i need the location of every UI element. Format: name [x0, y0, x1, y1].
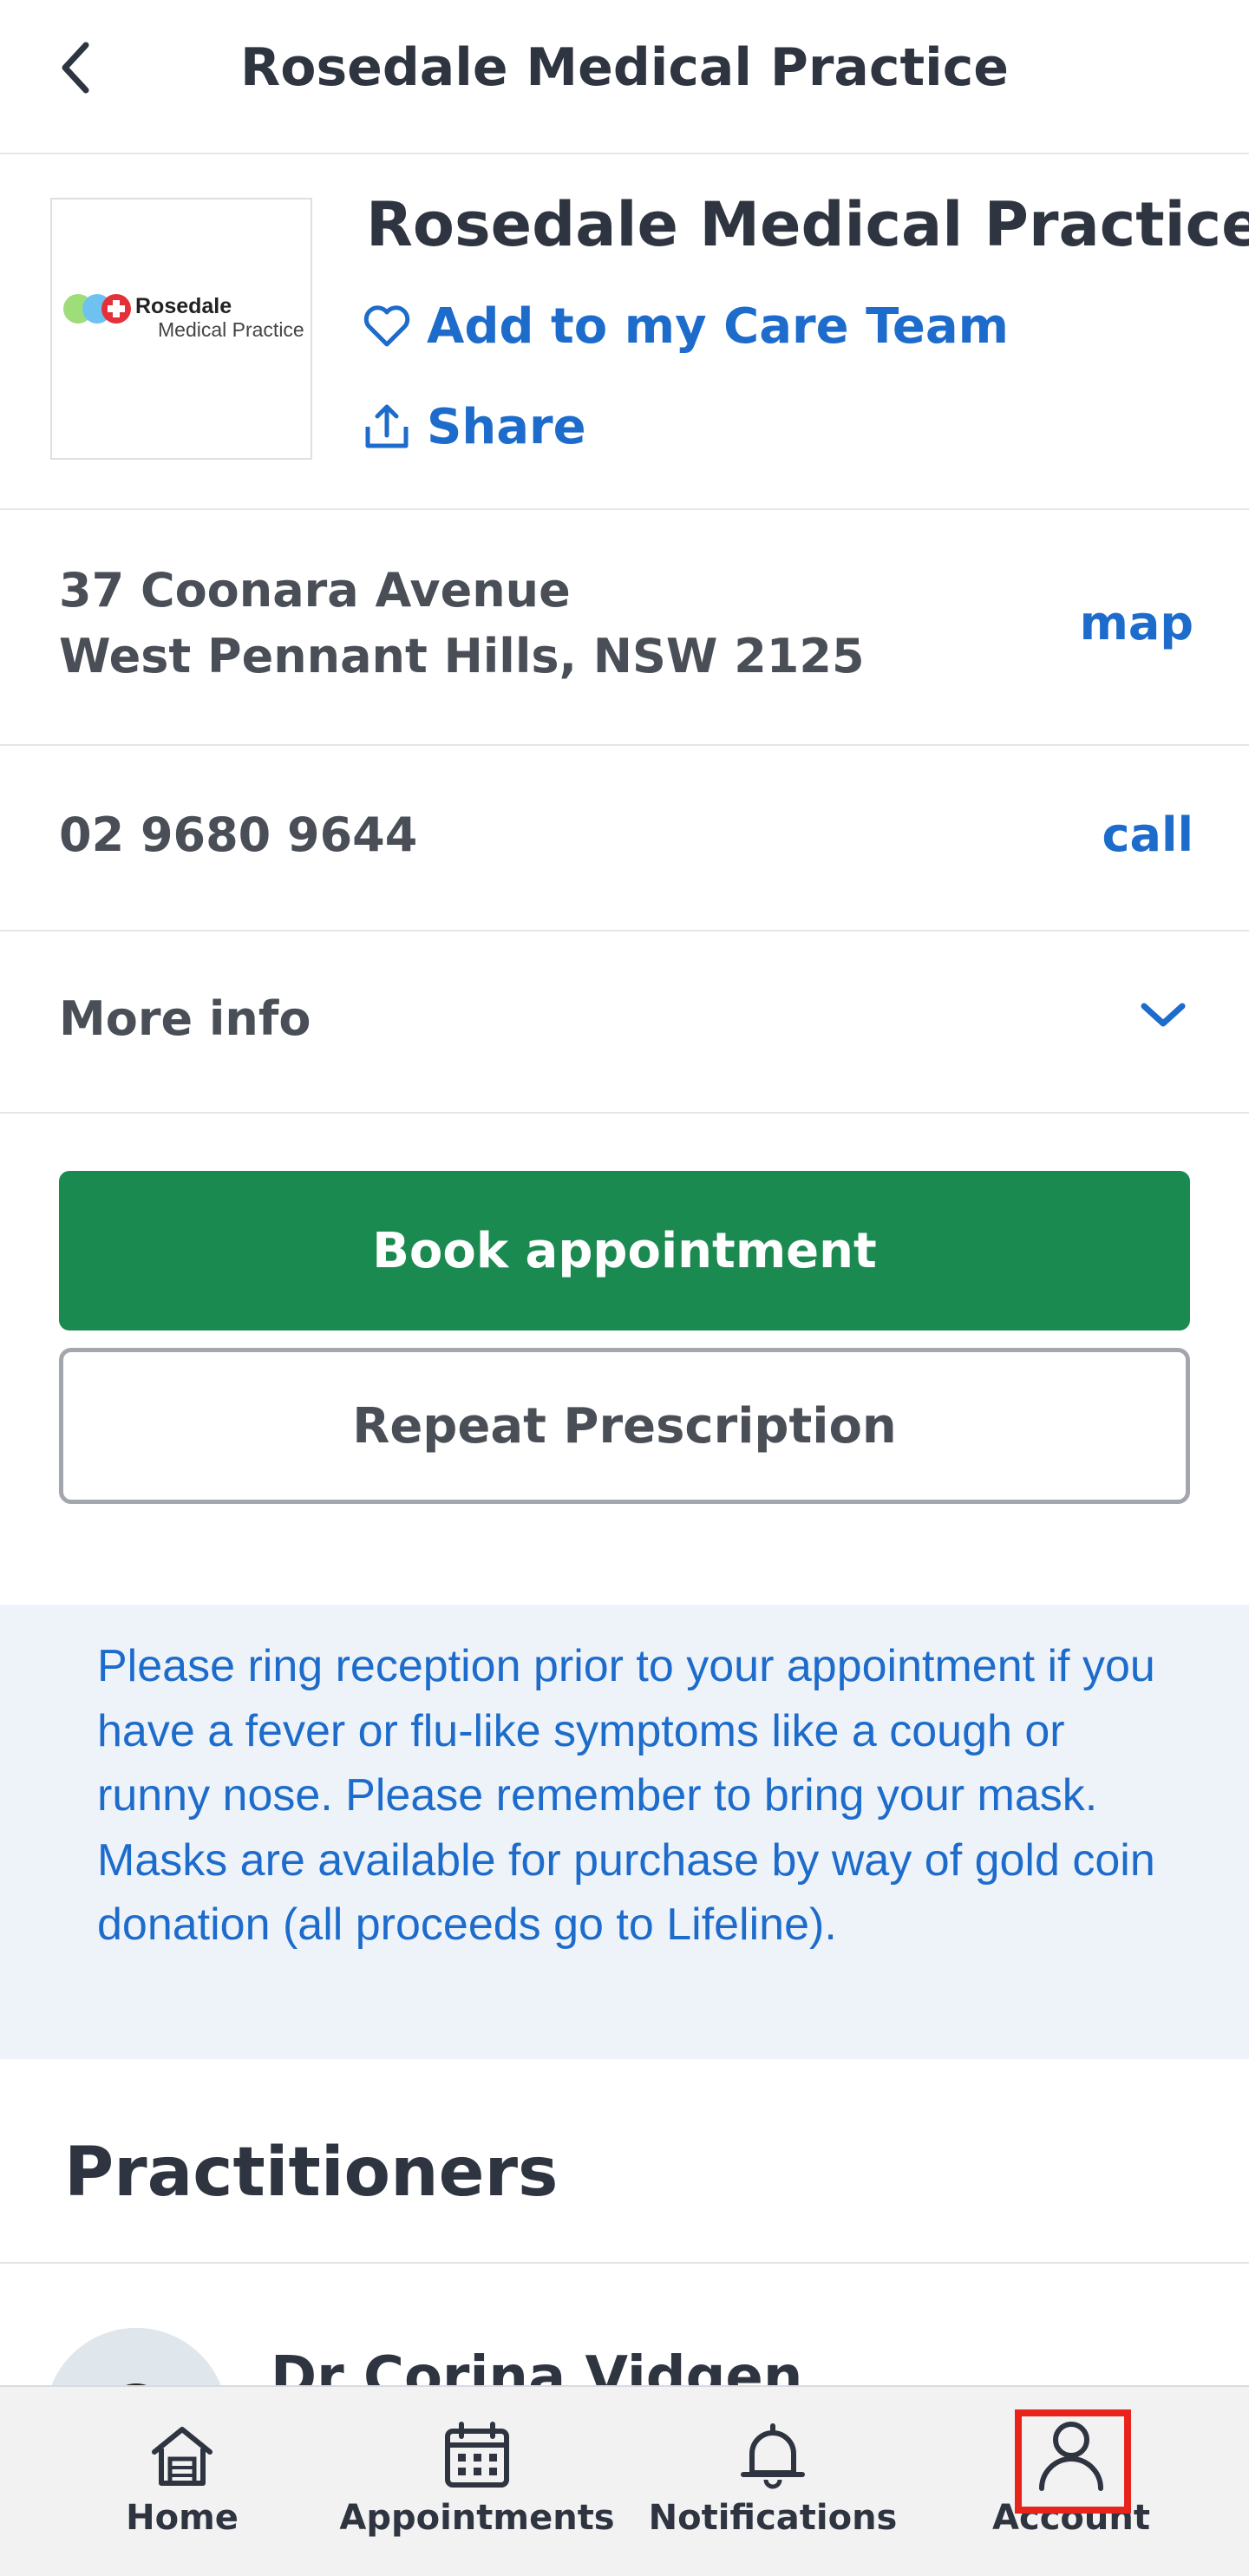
chevron-left-icon	[62, 42, 89, 94]
nav-item-appointments[interactable]: Appointments	[339, 2416, 615, 2547]
map-link[interactable]: map	[1041, 593, 1193, 654]
heart-icon	[363, 305, 410, 347]
nav-item-notifications[interactable]: Notifications	[649, 2416, 897, 2547]
nav-label-appointments: Appointments	[339, 2498, 615, 2538]
call-link[interactable]: call	[1041, 805, 1193, 866]
divider	[0, 744, 1249, 746]
home-icon	[143, 2416, 221, 2494]
bell-icon	[734, 2416, 812, 2494]
add-care-team-link[interactable]: Add to my Care Team	[363, 291, 1009, 361]
account-highlight-box	[1015, 2409, 1131, 2514]
share-icon	[365, 404, 409, 448]
calendar-icon	[438, 2416, 516, 2494]
practice-logo: Rosedale Medical Practice	[50, 198, 312, 460]
add-care-team-label: Add to my Care Team	[427, 297, 1009, 355]
address-line-2: West Pennant Hills, NSW 2125	[59, 629, 865, 683]
phone-number: 02 9680 9644	[59, 807, 418, 862]
svg-text:Rosedale: Rosedale	[135, 294, 232, 318]
svg-text:Medical Practice: Medical Practice	[158, 318, 304, 341]
back-button[interactable]	[45, 31, 106, 104]
chevron-down-icon[interactable]	[1133, 989, 1193, 1041]
divider	[0, 2262, 1249, 2264]
notice-text: Please ring reception prior to your appo…	[97, 1641, 1155, 1950]
address-line-1: 37 Coonara Avenue	[59, 563, 571, 618]
page-title: Rosedale Medical Practice	[240, 37, 1009, 98]
practice-name: Rosedale Medical Practice	[366, 189, 1249, 260]
share-link[interactable]: Share	[363, 392, 586, 461]
nav-label-notifications: Notifications	[648, 2498, 898, 2538]
nav-label-home: Home	[126, 2498, 239, 2538]
divider	[0, 508, 1249, 510]
repeat-prescription-button[interactable]: Repeat Prescription	[59, 1348, 1190, 1504]
book-appointment-button[interactable]: Book appointment	[59, 1171, 1190, 1330]
more-info-label: More info	[59, 991, 311, 1046]
practitioners-heading: Practitioners	[64, 2134, 559, 2212]
share-label: Share	[427, 398, 586, 455]
nav-item-home[interactable]: Home	[113, 2416, 252, 2547]
